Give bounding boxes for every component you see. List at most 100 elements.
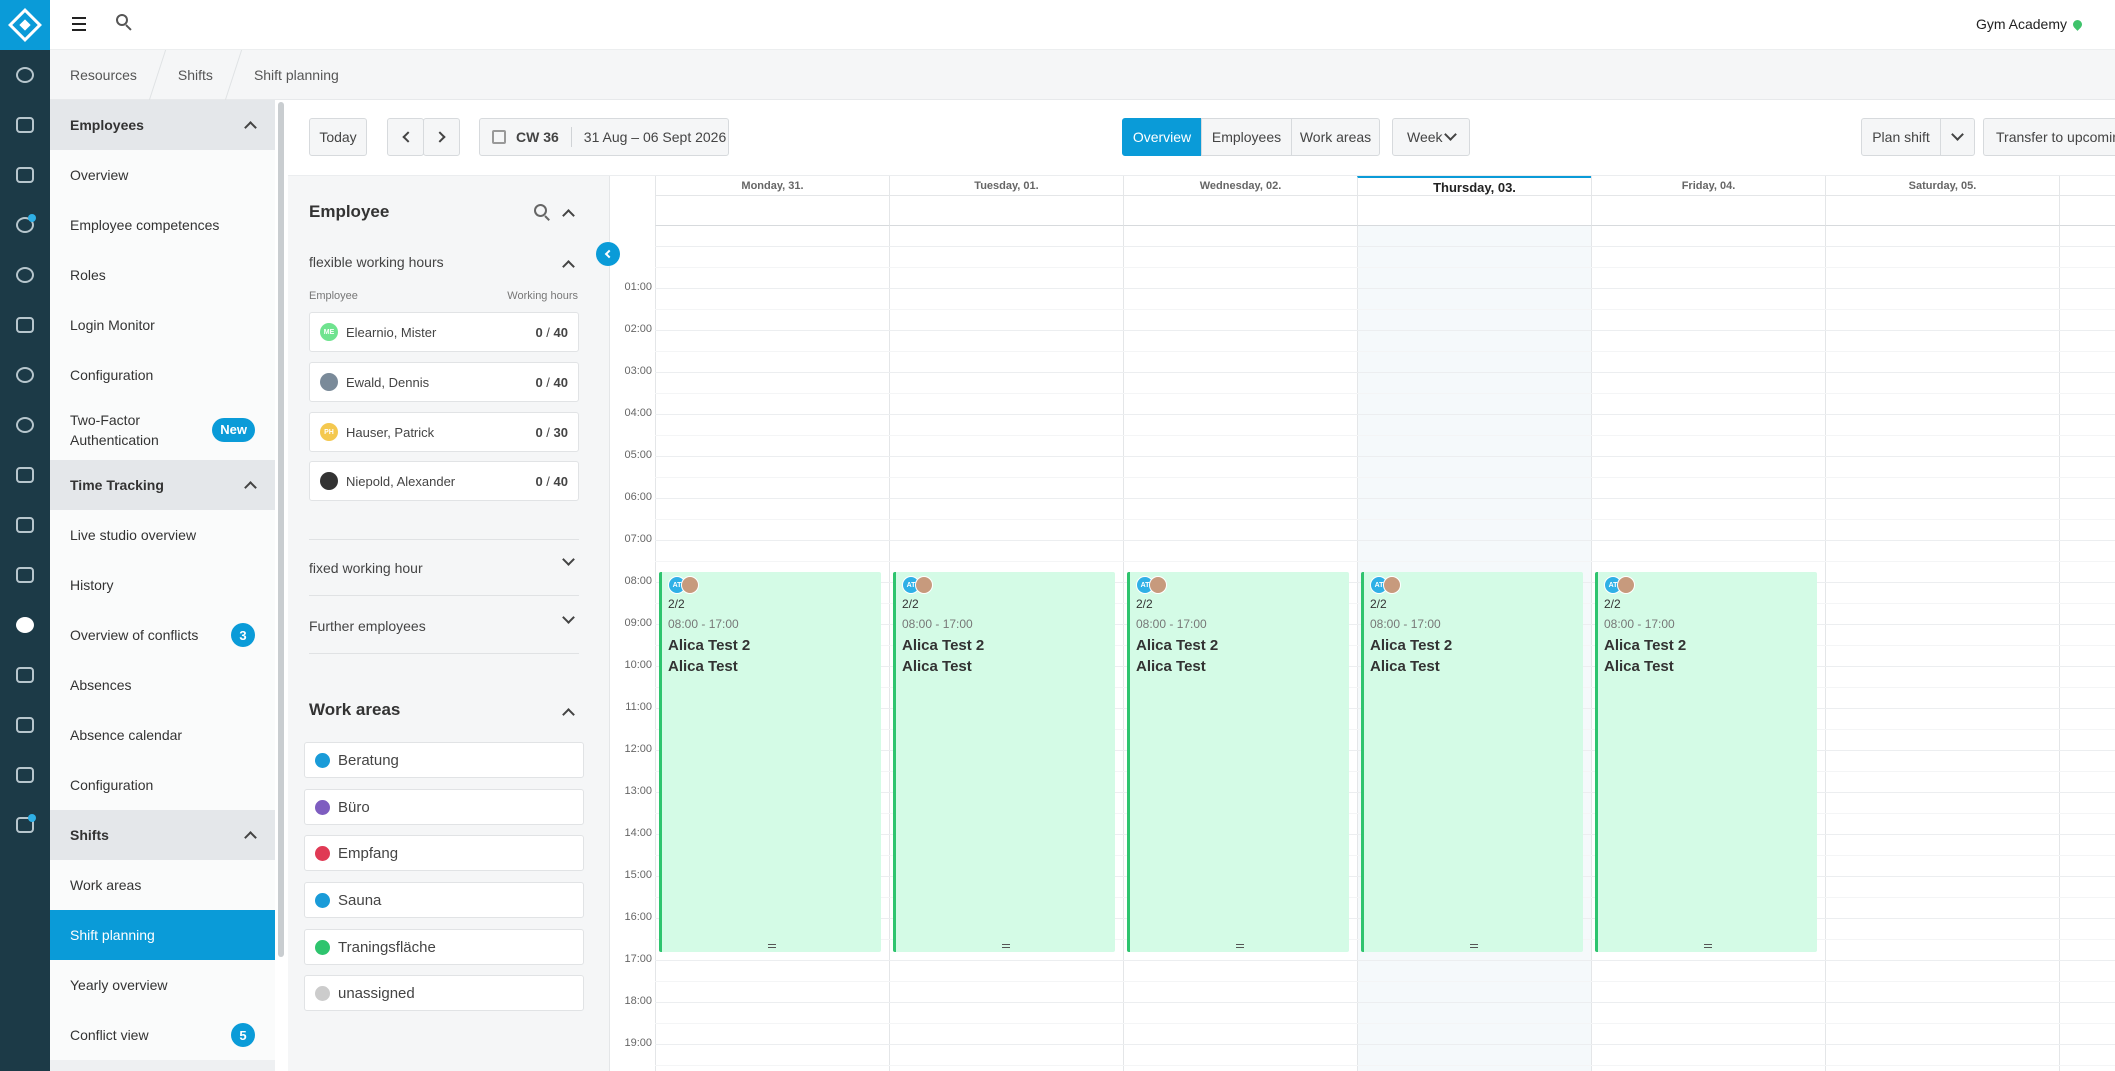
chevron-down-icon[interactable] <box>562 553 575 566</box>
cart-icon[interactable] <box>0 510 50 540</box>
resize-handle-icon[interactable] <box>1703 944 1712 948</box>
day-header-next[interactable] <box>2059 176 2115 196</box>
transfer-button[interactable]: Transfer to upcoming <box>1983 118 2115 156</box>
resize-handle-icon[interactable] <box>767 944 776 948</box>
all-day-cell[interactable] <box>889 196 1123 226</box>
checkbox-icon[interactable] <box>0 560 50 590</box>
period-select[interactable]: Week <box>1392 118 1470 156</box>
sidebar-item-configuration[interactable]: Configuration <box>50 350 275 400</box>
help-icon[interactable] <box>0 810 50 840</box>
group-flexible-hours[interactable]: flexible working hours <box>309 254 444 270</box>
target-icon[interactable] <box>0 210 50 240</box>
sidebar-section-employees[interactable]: Employees <box>50 100 275 150</box>
work-area-unassigned[interactable]: unassigned <box>304 975 584 1011</box>
menu-icon[interactable] <box>72 17 86 31</box>
chevron-up-icon[interactable] <box>562 209 575 222</box>
sidebar-item-yearly-overview[interactable]: Yearly overview <box>50 960 275 1010</box>
team-icon[interactable] <box>0 610 50 640</box>
chat-icon[interactable] <box>0 410 50 440</box>
sidebar-item-live-studio[interactable]: Live studio overview <box>50 510 275 560</box>
breadcrumb-resources[interactable]: Resources <box>50 50 157 100</box>
breadcrumb-shifts[interactable]: Shifts <box>158 50 233 100</box>
shift-card[interactable]: AT 2/2 08:00 - 17:00 Alica Test 2 Alica Test <box>1127 572 1349 952</box>
grid-icon[interactable] <box>0 660 50 690</box>
sidebar-item-conflict-view[interactable]: Conflict view 5 <box>50 1010 275 1060</box>
employee-card[interactable]: Ewald, Dennis 0 / 40 <box>309 362 579 402</box>
sidebar-section-shifts[interactable]: Shifts <box>50 810 275 860</box>
work-area-beratung[interactable]: Beratung <box>304 742 584 778</box>
day-header[interactable]: Saturday, 05. <box>1825 176 2059 196</box>
all-day-cell[interactable] <box>1123 196 1357 226</box>
resize-handle-icon[interactable] <box>1001 944 1010 948</box>
shift-card[interactable]: AT 2/2 08:00 - 17:00 Alica Test 2 Alica Test <box>659 572 881 952</box>
sidebar-item-shift-planning[interactable]: Shift planning <box>50 910 275 960</box>
today-button[interactable]: Today <box>309 118 367 156</box>
prev-week-button[interactable] <box>387 118 424 156</box>
app-logo[interactable] <box>0 0 50 50</box>
date-range-picker[interactable]: CW 36 31 Aug – 06 Sept 2026 <box>479 118 729 156</box>
sidebar-item-overview[interactable]: Overview <box>50 150 275 200</box>
euro-icon[interactable] <box>0 260 50 290</box>
all-day-cell[interactable] <box>1591 196 1825 226</box>
sidebar-item-history[interactable]: History <box>50 560 275 610</box>
shift-card[interactable]: AT 2/2 08:00 - 17:00 Alica Test 2 Alica Test <box>1595 572 1817 952</box>
next-week-button[interactable] <box>423 118 460 156</box>
chart-icon[interactable] <box>0 460 50 490</box>
view-work-areas-tab[interactable]: Work areas <box>1291 118 1380 156</box>
work-area-empfang[interactable]: Empfang <box>304 835 584 871</box>
sidebar-item-tt-configuration[interactable]: Configuration <box>50 760 275 810</box>
member-card-icon[interactable] <box>0 160 50 190</box>
organization-selector[interactable]: Gym Academy <box>1976 16 2084 32</box>
resize-handle-icon[interactable] <box>1235 944 1244 948</box>
employee-card[interactable]: ME Elearnio, Mister 0 / 40 <box>309 312 579 352</box>
view-overview-tab[interactable]: Overview <box>1122 118 1202 156</box>
work-area-traningsflaeche[interactable]: Traningsfläche <box>304 929 584 965</box>
chevron-up-icon[interactable] <box>562 260 575 273</box>
plan-shift-dropdown[interactable] <box>1940 118 1975 156</box>
group-further-employees[interactable]: Further employees <box>309 618 426 634</box>
sidebar-section-time-tracking[interactable]: Time Tracking <box>50 460 275 510</box>
timer-icon[interactable] <box>0 360 50 390</box>
all-day-cell[interactable] <box>2059 196 2115 226</box>
chevron-up-icon[interactable] <box>562 708 575 721</box>
sidebar-item-login-monitor[interactable]: Login Monitor <box>50 300 275 350</box>
shift-card[interactable]: AT 2/2 08:00 - 17:00 Alica Test 2 Alica Test <box>1361 572 1583 952</box>
search-icon[interactable] <box>534 204 550 221</box>
tools-icon[interactable] <box>0 710 50 740</box>
sidebar-item-absence-calendar[interactable]: Absence calendar <box>50 710 275 760</box>
sidebar-item-work-areas[interactable]: Work areas <box>50 860 275 910</box>
column-employee: Employee <box>309 290 358 302</box>
day-header[interactable]: Tuesday, 01. <box>889 176 1123 196</box>
search-icon[interactable] <box>116 14 132 31</box>
employee-card[interactable]: PH Hauser, Patrick 0 / 30 <box>309 412 579 452</box>
sliders-icon[interactable] <box>0 760 50 790</box>
day-header[interactable]: Monday, 31. <box>655 176 889 196</box>
shift-card[interactable]: AT 2/2 08:00 - 17:00 Alica Test 2 Alica Test <box>893 572 1115 952</box>
employee-card[interactable]: Niepold, Alexander 0 / 40 <box>309 461 579 501</box>
day-header[interactable]: Thursday, 03. <box>1357 176 1591 196</box>
view-employees-tab[interactable]: Employees <box>1201 118 1292 156</box>
day-column[interactable] <box>2059 226 2115 1071</box>
day-header[interactable]: Wednesday, 02. <box>1123 176 1357 196</box>
resize-handle-icon[interactable] <box>1469 944 1478 948</box>
sidebar-item-roles[interactable]: Roles <box>50 250 275 300</box>
day-header[interactable]: Friday, 04. <box>1591 176 1825 196</box>
sidebar-scrollbar[interactable] <box>276 100 286 1071</box>
plan-shift-button[interactable]: Plan shift <box>1861 118 1941 156</box>
work-area-sauna[interactable]: Sauna <box>304 882 584 918</box>
checkin-icon[interactable] <box>0 110 50 140</box>
sidebar-item-employee-competences[interactable]: Employee competences <box>50 200 275 250</box>
all-day-cell[interactable] <box>1825 196 2059 226</box>
sidebar-item-two-factor[interactable]: Two-Factor Authentication New <box>50 400 275 460</box>
dashboard-icon[interactable] <box>0 60 50 90</box>
work-area-buero[interactable]: Büro <box>304 789 584 825</box>
all-day-cell[interactable] <box>1357 196 1591 226</box>
group-fixed-hours[interactable]: fixed working hour <box>309 560 423 576</box>
collapse-panel-button[interactable] <box>596 242 620 266</box>
sidebar-item-absences[interactable]: Absences <box>50 660 275 710</box>
calendar-icon[interactable] <box>0 310 50 340</box>
chevron-down-icon[interactable] <box>562 611 575 624</box>
day-column[interactable] <box>1825 226 2059 1071</box>
all-day-cell[interactable] <box>655 196 889 226</box>
sidebar-item-overview-of-conflicts[interactable]: Overview of conflicts 3 <box>50 610 275 660</box>
